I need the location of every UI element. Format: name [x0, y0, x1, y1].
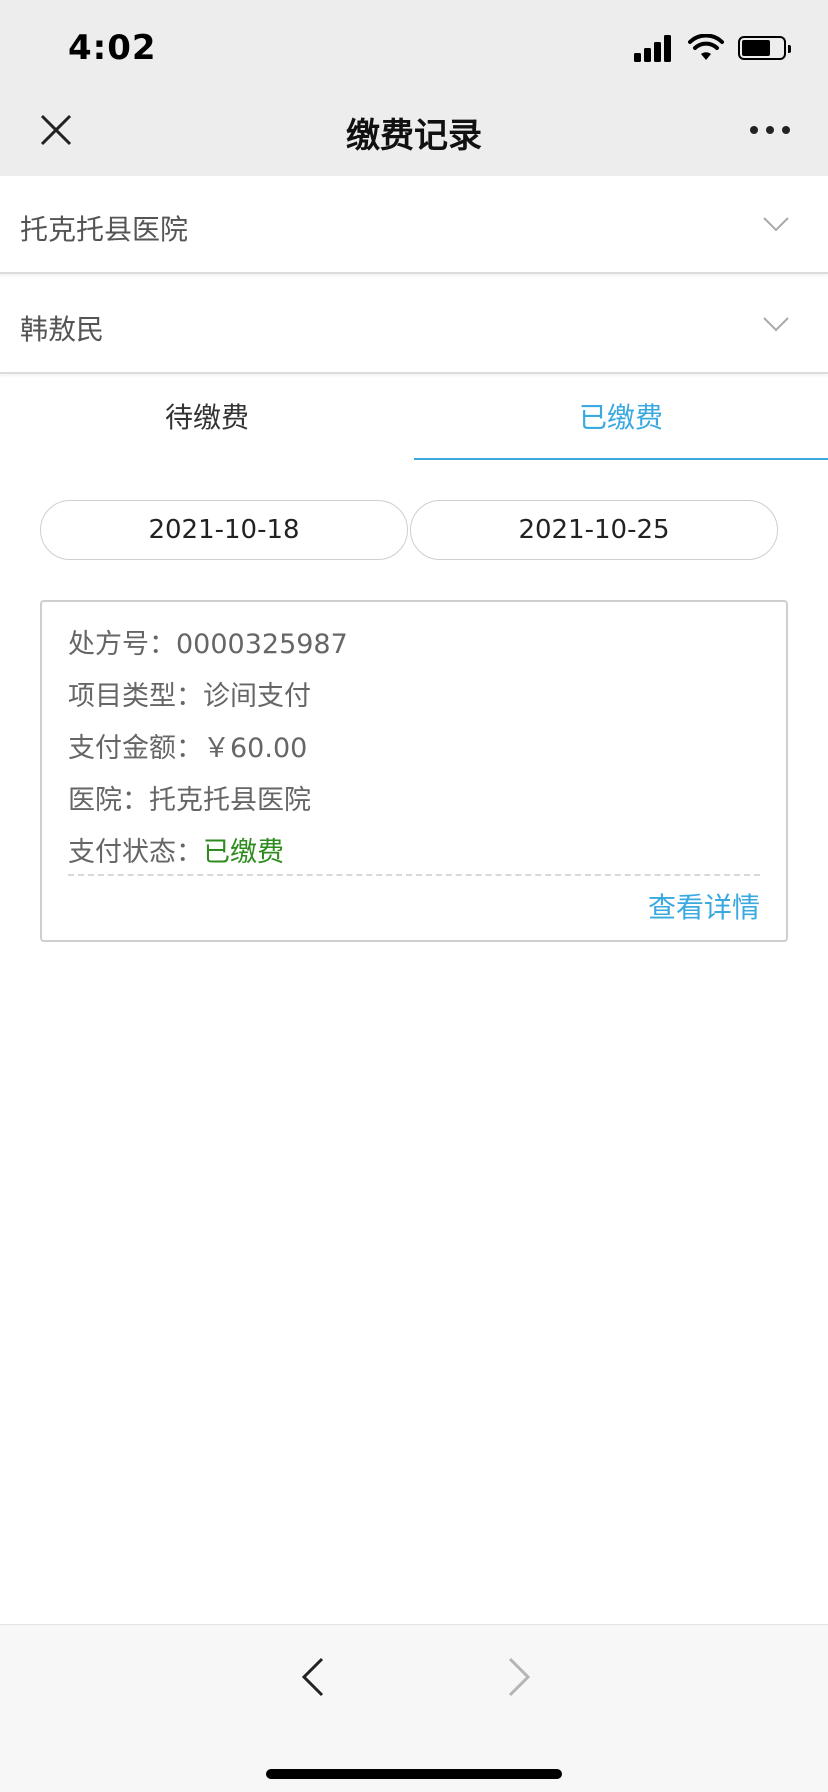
hospital-label: 医院：	[68, 785, 149, 816]
view-details-link[interactable]: 查看详情	[648, 886, 760, 926]
back-icon[interactable]	[296, 1655, 332, 1699]
hospital-selector-value: 托克托县医院	[20, 213, 189, 246]
tab-pending[interactable]: 待缴费	[0, 378, 414, 460]
browser-toolbar	[0, 1624, 828, 1792]
prescription-label: 处方号：	[68, 629, 176, 660]
prescription-row: 处方号：0000325987	[68, 622, 348, 661]
type-label: 项目类型：	[68, 681, 203, 712]
prescription-value: 0000325987	[176, 629, 348, 660]
type-value: 诊间支付	[203, 681, 311, 712]
more-icon[interactable]	[748, 124, 792, 136]
home-indicator[interactable]	[266, 1769, 562, 1779]
status-label: 支付状态：	[68, 837, 203, 868]
amount-value: ￥60.00	[203, 733, 308, 764]
forward-icon[interactable]	[500, 1655, 536, 1699]
status-time: 4:02	[68, 28, 157, 68]
battery-icon	[738, 36, 791, 60]
page: 4:02 缴费记录 托克托县医院 韩敖民 待缴费 已缴费 2021-10-18 …	[0, 0, 828, 1792]
patient-selector[interactable]: 韩敖民	[0, 278, 828, 374]
type-row: 项目类型：诊间支付	[68, 674, 311, 713]
start-date-picker[interactable]: 2021-10-18	[40, 500, 408, 560]
status-row: 支付状态：已缴费	[68, 830, 284, 869]
payment-tabs: 待缴费 已缴费	[0, 378, 828, 460]
cellular-signal-icon	[634, 34, 674, 62]
hospital-row: 医院：托克托县医院	[68, 778, 311, 817]
patient-selector-value: 韩敖民	[20, 313, 105, 346]
chevron-down-icon	[763, 217, 789, 232]
hospital-selector[interactable]: 托克托县医院	[0, 178, 828, 274]
chevron-down-icon	[763, 317, 789, 332]
page-title: 缴费记录	[346, 116, 482, 156]
wifi-icon	[688, 34, 724, 60]
amount-row: 支付金额：￥60.00	[68, 726, 307, 765]
amount-label: 支付金额：	[68, 733, 203, 764]
tab-paid[interactable]: 已缴费	[414, 378, 828, 460]
end-date-picker[interactable]: 2021-10-25	[410, 500, 778, 560]
card-divider	[68, 874, 760, 876]
payment-record-card: 处方号：0000325987 项目类型：诊间支付 支付金额：￥60.00 医院：…	[40, 600, 788, 942]
status-icons	[634, 34, 794, 64]
status-badge: 已缴费	[203, 837, 284, 868]
top-bar: 4:02 缴费记录	[0, 0, 828, 176]
hospital-value: 托克托县医院	[149, 785, 311, 816]
